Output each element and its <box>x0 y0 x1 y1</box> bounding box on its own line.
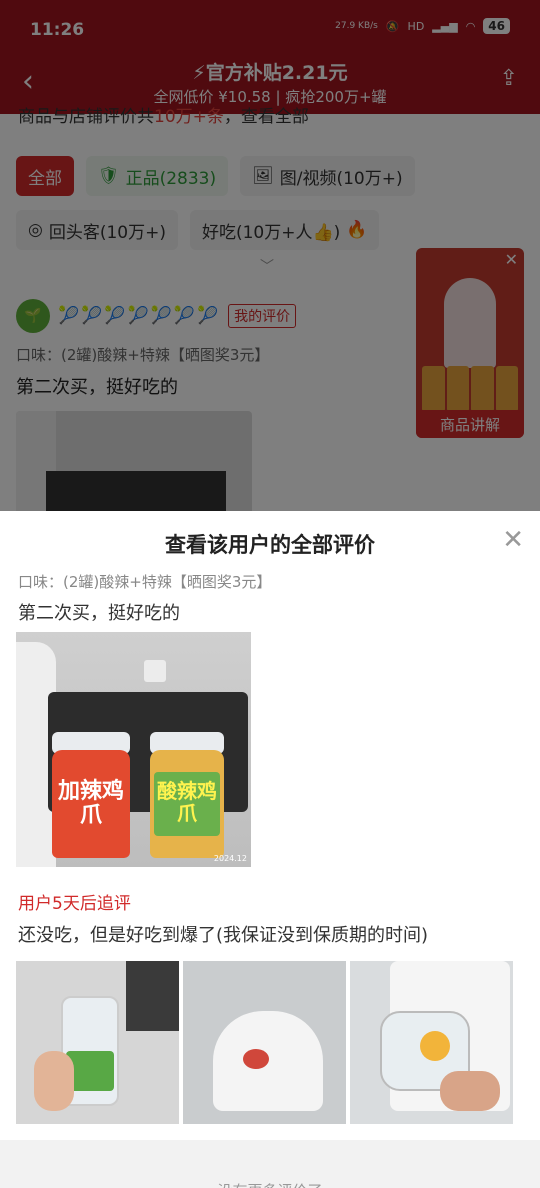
jar-label-right: 酸辣鸡爪 <box>157 779 217 825</box>
photo-watermark: 2024.12 <box>213 854 247 863</box>
followup-photo[interactable] <box>183 961 346 1124</box>
sheet-title: 查看该用户的全部评价 <box>165 533 375 557</box>
review-photo[interactable]: 加辣鸡爪 酸辣鸡爪 2024.12 <box>16 632 251 867</box>
followup-photos <box>16 961 513 1124</box>
followup-text: 还没吃，但是好吃到爆了(我保证没到保质期的时间) <box>18 925 429 946</box>
followup-label: 用户5天后追评 <box>18 894 131 914</box>
followup-photo[interactable] <box>16 961 179 1124</box>
footer: 没有更多评价了 <box>0 1140 540 1188</box>
modal-overlay[interactable] <box>0 0 540 511</box>
close-icon[interactable]: ✕ <box>502 525 524 555</box>
background-page: 11:26 27.9 KB/s 🔕 HD ▂▄▆ ◠ 46 ‹ ⚡官方补贴2.2… <box>0 0 540 511</box>
jar-label-left: 加辣鸡爪 <box>58 779 125 829</box>
user-reviews-sheet: 查看该用户的全部评价 ✕ 口味：(2罐)酸辣+特辣【晒图奖3元】 第二次买，挺好… <box>0 511 540 1188</box>
review-text: 第二次买，挺好吃的 <box>18 603 180 624</box>
followup-photo[interactable] <box>350 961 513 1124</box>
no-more-reviews: 没有更多评价了 <box>0 1180 540 1188</box>
review-spec: 口味：(2罐)酸辣+特辣【晒图奖3元】 <box>18 573 272 591</box>
